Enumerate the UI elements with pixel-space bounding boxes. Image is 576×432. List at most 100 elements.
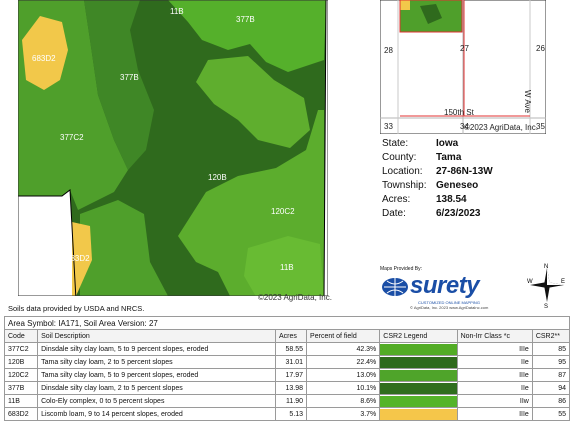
info-date: Date: 6/23/2023 (382, 208, 481, 219)
info-county: County: Tama (382, 152, 461, 163)
soils-note: Soils data provided by USDA and NRCS. (8, 304, 145, 313)
info-township: Township: Geneseo (382, 180, 478, 191)
map-label: 377B (120, 73, 139, 82)
cell-class: IIe (456, 381, 533, 395)
info-value: 6/23/2023 (436, 208, 481, 219)
cell-csr2: 55 (531, 407, 571, 421)
cell-percent: 3.7% (306, 407, 381, 421)
cell-acres: 31.01 (274, 355, 308, 369)
info-label: County: (382, 152, 417, 163)
road-label: 150th St (444, 108, 475, 117)
inset-copyright: ©2023 AgriData, Inc. (464, 123, 538, 132)
cell-description: Tama silty clay loam, 5 to 9 percent slo… (37, 368, 276, 382)
map-label: 377C2 (60, 133, 84, 142)
surety-logo[interactable]: Maps Provided By: surety CUSTOMIZED ONLI… (380, 266, 520, 310)
area-symbol: Area Symbol: IA171, Soil Area Version: 2… (4, 316, 570, 330)
cell-class: IIIe (456, 368, 533, 382)
column-header: CSR2 Legend (379, 329, 458, 343)
map-copyright: ©2023 AgriData, Inc. (258, 293, 332, 302)
info-value: Iowa (436, 138, 459, 149)
cell-code: 120C2 (3, 368, 39, 382)
table-row[interactable]: 120B Tama silty clay loam, 2 to 5 percen… (3, 355, 571, 369)
cell-code: 120B (3, 355, 39, 369)
section-number: 33 (384, 122, 393, 131)
cell-code: 11B (3, 394, 39, 408)
cell-percent: 8.6% (306, 394, 381, 408)
soil-map[interactable]: 11B 377B 683D2 377B 377C2 120B 120C2 683… (18, 0, 328, 296)
info-value: 138.54 (436, 194, 467, 205)
info-label: Location: (382, 166, 423, 177)
column-header: Acres (274, 329, 308, 343)
logo-wordmark: surety (410, 272, 480, 299)
logo-footer: © AgriData, Inc. 2023 www.AgriDataInc.co… (410, 305, 489, 310)
cell-class: IIIe (456, 342, 533, 356)
cell-description: Liscomb loam, 9 to 14 percent slopes, er… (37, 407, 276, 421)
map-label: 11B (170, 7, 184, 16)
csr2-legend-swatch (379, 355, 458, 369)
cell-acres: 13.98 (274, 381, 308, 395)
csr2-legend-swatch (379, 394, 458, 408)
cell-description: Dinsdale silty clay loam, 2 to 5 percent… (37, 381, 276, 395)
table-row[interactable]: 683D2 Liscomb loam, 9 to 14 percent slop… (3, 407, 571, 421)
info-value: 27-86N-13W (436, 166, 493, 177)
cell-acres: 11.90 (274, 394, 308, 408)
csr2-legend-swatch (379, 407, 458, 421)
globe-icon (382, 278, 408, 296)
table-row[interactable]: 120C2 Tama silty clay loam, 5 to 9 perce… (3, 368, 571, 382)
column-header: Code (3, 329, 39, 343)
cell-class: IIw (456, 394, 533, 408)
cell-percent: 13.0% (306, 368, 381, 382)
csr2-legend-swatch (379, 381, 458, 395)
csr2-legend-swatch (379, 368, 458, 382)
cell-acres: 58.55 (274, 342, 308, 356)
map-label: 120C2 (271, 207, 295, 216)
info-label: State: (382, 138, 409, 149)
cell-percent: 42.3% (306, 342, 381, 356)
map-label: 11B (280, 263, 294, 272)
info-state: State: Iowa (382, 138, 458, 149)
info-label: Acres: (382, 194, 411, 205)
map-label: 683D2 (66, 254, 90, 263)
cell-csr2: 95 (531, 355, 571, 369)
map-label: 377B (236, 15, 255, 24)
info-value: Tama (436, 152, 462, 163)
cell-description: Dinsdale silty clay loam, 5 to 9 percent… (37, 342, 276, 356)
cell-class: IIe (456, 355, 533, 369)
table-row[interactable]: 377C2 Dinsdale silty clay loam, 5 to 9 p… (3, 342, 571, 356)
table-row[interactable]: 377B Dinsdale silty clay loam, 2 to 5 pe… (3, 381, 571, 395)
cell-acres: 5.13 (274, 407, 308, 421)
column-header: Non-Irr Class *c (456, 329, 533, 343)
cell-code: 683D2 (3, 407, 39, 421)
soil-table: Area Symbol: IA171, Soil Area Version: 2… (3, 316, 571, 421)
cell-csr2: 86 (531, 394, 571, 408)
cell-description: Colo-Ely complex, 0 to 5 percent slopes (37, 394, 276, 408)
cell-code: 377C2 (3, 342, 39, 356)
table-row[interactable]: 11B Colo-Ely complex, 0 to 5 percent slo… (3, 394, 571, 408)
info-label: Date: (382, 208, 406, 219)
cell-description: Tama silty clay loam, 2 to 5 percent slo… (37, 355, 276, 369)
info-location: Location: 27-86N-13W (382, 166, 493, 177)
table-header-row: Code Soil Description Acres Percent of f… (3, 329, 571, 343)
cell-csr2: 85 (531, 342, 571, 356)
compass-e: E (561, 279, 565, 285)
inset-map[interactable]: 28 27 26 33 34 35 W Ave 150th St ©2023 A… (380, 0, 546, 134)
compass-rose-icon: N S E W (527, 264, 565, 308)
column-header: Soil Description (37, 329, 276, 343)
map-label: 683D2 (32, 54, 56, 63)
info-label: Township: (382, 180, 427, 191)
info-value: Geneseo (436, 180, 479, 191)
section-number: 27 (460, 44, 469, 53)
info-acres: Acres: 138.54 (382, 194, 467, 205)
cell-percent: 10.1% (306, 381, 381, 395)
compass-w: W (527, 279, 533, 285)
map-label: 120B (208, 173, 227, 182)
section-number: 28 (384, 46, 393, 55)
road-label: W Ave (523, 90, 532, 114)
cell-code: 377B (3, 381, 39, 395)
cell-acres: 17.97 (274, 368, 308, 382)
cell-csr2: 87 (531, 368, 571, 382)
cell-percent: 22.4% (306, 355, 381, 369)
compass-n: N (544, 264, 548, 270)
compass-s: S (544, 304, 548, 308)
csr2-legend-swatch (379, 342, 458, 356)
